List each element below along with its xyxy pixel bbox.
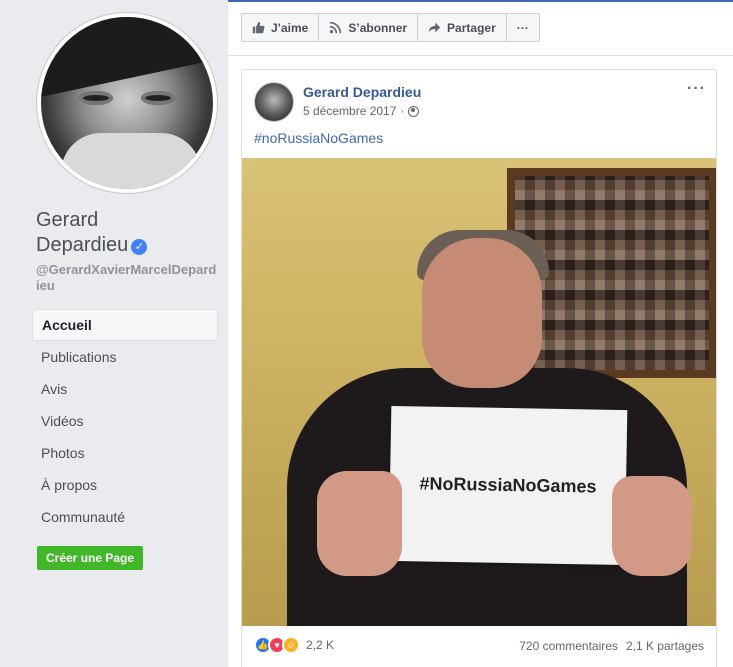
nav-item-photos[interactable]: Photos: [32, 437, 218, 469]
nav-item-videos[interactable]: Vidéos: [32, 405, 218, 437]
rss-icon: [330, 21, 342, 34]
reaction-count: 2,2 K: [306, 638, 335, 652]
nav-item-a-propos[interactable]: À propos: [32, 469, 218, 501]
nav-item-avis[interactable]: Avis: [32, 373, 218, 405]
person-hand-left: [317, 471, 402, 576]
post-author-avatar[interactable]: [254, 82, 294, 122]
page-action-bar: J’aime S’abonner Partager ···: [241, 13, 540, 42]
comments-count[interactable]: 720 commentaires: [519, 639, 618, 653]
subscribe-label: S’abonner: [348, 20, 408, 35]
person-head: [422, 238, 542, 388]
post-meta: 5 décembre 2017 ·: [303, 104, 420, 118]
profile-picture[interactable]: [37, 13, 217, 193]
create-page-button[interactable]: Créer une Page: [37, 546, 144, 570]
like-button[interactable]: J’aime: [242, 14, 320, 41]
share-label: Partager: [447, 20, 496, 35]
page-name[interactable]: Gerard Depardieu ✓: [36, 208, 216, 258]
person-hand-right: [612, 476, 692, 576]
shares-count[interactable]: 2,1 K partages: [626, 639, 704, 653]
more-options-button[interactable]: ···: [507, 14, 539, 41]
photo-eye-right: [141, 91, 175, 105]
photo-hand: [61, 133, 201, 189]
post-options-button[interactable]: ···: [687, 80, 706, 98]
share-button[interactable]: Partager: [418, 14, 507, 41]
verified-badge-icon: ✓: [131, 239, 148, 255]
post-hashtag[interactable]: #noRussiaNoGames: [254, 130, 383, 146]
post-author-name[interactable]: Gerard Depardieu: [303, 84, 421, 100]
post-photo[interactable]: #NoRussiaNoGames: [242, 158, 716, 626]
page-name-line1: Gerard: [36, 209, 99, 231]
sign-paper: #NoRussiaNoGames: [388, 405, 628, 566]
post-stats: 720 commentaires 2,1 K partages: [519, 639, 704, 653]
divider: [228, 55, 733, 56]
post-date[interactable]: 5 décembre 2017: [303, 104, 396, 118]
post-card: Gerard Depardieu 5 décembre 2017 · ··· #…: [241, 69, 717, 667]
globe-icon: [408, 105, 420, 117]
main-column: J’aime S’abonner Partager ··· Gerard Dep…: [228, 0, 733, 667]
page-name-line2: Depardieu: [36, 234, 129, 256]
left-sidebar: Gerard Depardieu ✓ @GerardXavierMarcelDep…: [0, 0, 228, 667]
more-options-icon: ···: [516, 20, 529, 35]
meta-separator: ·: [400, 104, 405, 118]
sign-text: #NoRussiaNoGames: [419, 473, 597, 497]
like-label: J’aime: [271, 20, 309, 35]
profile-photo: [41, 17, 213, 189]
nav-item-publications[interactable]: Publications: [32, 341, 218, 373]
haha-reaction-icon: ☺: [282, 636, 300, 654]
nav-item-accueil[interactable]: Accueil: [32, 309, 218, 341]
share-arrow-icon: [428, 22, 441, 33]
page-nav: Accueil Publications Avis Vidéos Photos …: [32, 309, 218, 533]
page-username[interactable]: @GerardXavierMarcelDepardieu: [36, 262, 218, 294]
photo-hair: [41, 17, 213, 98]
subscribe-button[interactable]: S’abonner: [319, 14, 419, 41]
photo-eye-left: [79, 91, 113, 105]
nav-item-communaute[interactable]: Communauté: [32, 501, 218, 533]
thumbs-up-icon: [252, 21, 265, 34]
reactions-summary[interactable]: 👍 ♥ ☺ 2,2 K: [254, 636, 334, 654]
